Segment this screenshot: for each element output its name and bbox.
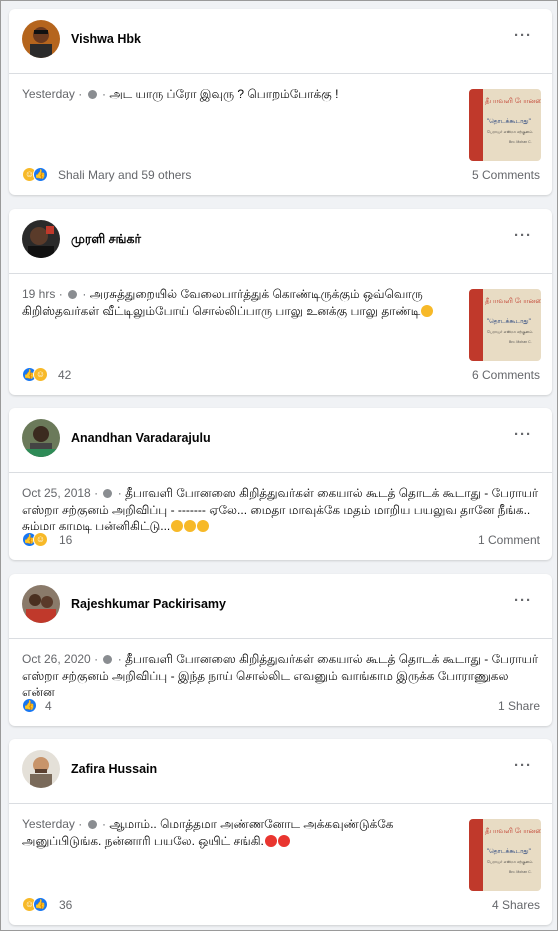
avatar[interactable] xyxy=(22,750,60,788)
post-time[interactable]: 19 hrs xyxy=(22,287,55,301)
post-card: Rajeshkumar Packirisamy ··· Oct 26, 2020… xyxy=(9,574,552,726)
post-header: Anandhan Varadarajulu ··· xyxy=(9,408,552,473)
shares-link[interactable]: 1 Share xyxy=(498,699,540,713)
post-time[interactable]: Yesterday xyxy=(22,87,75,101)
post-footer: ☺ 👍 36 4 Shares xyxy=(22,896,540,914)
more-options-icon[interactable]: ··· xyxy=(514,426,532,443)
post-footer: 👍 4 1 Share xyxy=(22,697,540,715)
post-text: Yesterday · · ஆமாம்.. மொத்தமா அண்ணனோட அக… xyxy=(22,816,458,849)
post-card: முரளி சங்கர் ··· 19 hrs · · அரசுத்துறையி… xyxy=(9,209,552,395)
laughing-emoji-icon xyxy=(421,304,434,317)
reaction-count[interactable]: 36 xyxy=(59,898,72,912)
globe-icon xyxy=(87,90,97,99)
link-thumbnail[interactable]: தீபாவளி போனஸை "தொடக்கூடாது" பேராயர் எஸ்ற… xyxy=(469,819,541,891)
shares-link[interactable]: 4 Shares xyxy=(492,898,540,912)
author-name[interactable]: Vishwa Hbk xyxy=(71,32,141,46)
author-name[interactable]: Anandhan Varadarajulu xyxy=(71,431,211,445)
thumbnail-byline: Bro. Mohan C. xyxy=(509,140,532,144)
separator: · xyxy=(117,486,122,500)
thumbnail-quote: "தொடக்கூடாது" xyxy=(487,848,531,855)
post-header: முரளி சங்கர் ··· xyxy=(9,209,552,274)
post-footer: 👍 ☺ 42 6 Comments xyxy=(22,366,540,384)
post-time[interactable]: Oct 26, 2020 xyxy=(22,652,91,666)
angry-emoji-icon xyxy=(264,834,277,847)
more-options-icon[interactable]: ··· xyxy=(514,592,532,609)
more-options-icon[interactable]: ··· xyxy=(514,27,532,44)
comments-link[interactable]: 5 Comments xyxy=(472,168,540,182)
post-card: Vishwa Hbk ··· Yesterday · · அட யாரு ப்ர… xyxy=(9,9,552,195)
post-time[interactable]: Yesterday xyxy=(22,817,75,831)
author-name[interactable]: Rajeshkumar Packirisamy xyxy=(71,597,226,611)
thumbnail-quote: "தொடக்கூடாது" xyxy=(487,318,531,325)
globe-icon xyxy=(87,820,97,829)
post-card: Zafira Hussain ··· Yesterday · · ஆமாம்..… xyxy=(9,739,552,925)
author-name[interactable]: முரளி சங்கர் xyxy=(71,232,141,248)
link-thumbnail[interactable]: தீபாவளி போனஸை "தொடக்கூடாது" பேராயர் எஸ்ற… xyxy=(469,89,541,161)
thumbnail-byline: Bro. Mohan C. xyxy=(509,340,532,344)
post-footer: ☺ 👍 Shali Mary and 59 others 5 Comments xyxy=(22,166,540,184)
thumbnail-byline: Bro. Mohan C. xyxy=(509,870,532,874)
post-body: அட யாரு ப்ரோ இவுரு ? பொறம்போக்கு ! xyxy=(109,87,339,101)
thumbnail-title: தீபாவளி போனஸை xyxy=(485,97,541,105)
post-text: Oct 26, 2020 · · தீபாவளி போனஸை கிறித்துவ… xyxy=(22,651,540,701)
globe-icon xyxy=(68,290,78,299)
thumbnail-quote: "தொடக்கூடாது" xyxy=(487,118,531,125)
haha-reaction-icon: ☺ xyxy=(33,367,48,382)
author-name[interactable]: Zafira Hussain xyxy=(71,762,157,776)
separator: · xyxy=(78,87,83,101)
separator: · xyxy=(94,652,99,666)
post-header: Zafira Hussain ··· xyxy=(9,739,552,804)
comments-link[interactable]: 6 Comments xyxy=(472,368,540,382)
separator: · xyxy=(117,652,122,666)
post-time[interactable]: Oct 25, 2018 xyxy=(22,486,91,500)
separator: · xyxy=(101,817,106,831)
more-options-icon[interactable]: ··· xyxy=(514,757,532,774)
link-thumbnail[interactable]: தீபாவளி போனஸை "தொடக்கூடாது" பேராயர் எஸ்ற… xyxy=(469,289,541,361)
reaction-count[interactable]: Shali Mary and 59 others xyxy=(58,168,191,182)
separator: · xyxy=(58,287,63,301)
separator: · xyxy=(78,817,83,831)
post-body: தீபாவளி போனஸை கிறித்துவர்கள் கையால் கூடத… xyxy=(22,652,539,699)
like-reaction-icon: 👍 xyxy=(33,897,48,912)
reaction-count[interactable]: 4 xyxy=(45,699,52,713)
comments-link[interactable]: 1 Comment xyxy=(478,533,540,547)
angry-emoji-icon xyxy=(277,834,290,847)
post-text: 19 hrs · · அரசுத்துறையில் வேலைபார்த்துக்… xyxy=(22,286,458,319)
reaction-count[interactable]: 42 xyxy=(58,368,71,382)
like-reaction-icon: 👍 xyxy=(33,167,48,182)
post-header: Vishwa Hbk ··· xyxy=(9,9,552,74)
thumbnail-title: தீபாவளி போனஸை xyxy=(485,827,541,835)
reaction-count[interactable]: 16 xyxy=(59,533,72,547)
post-text: Oct 25, 2018 · · தீபாவளி போனஸை கிறித்துவ… xyxy=(22,485,540,535)
post-body: தீபாவளி போனஸை கிறித்துவர்கள் கையால் கூடத… xyxy=(22,486,539,533)
separator: · xyxy=(94,486,99,500)
avatar[interactable] xyxy=(22,419,60,457)
avatar[interactable] xyxy=(22,20,60,58)
separator: · xyxy=(101,87,106,101)
haha-reaction-icon: ☺ xyxy=(33,532,48,547)
globe-icon xyxy=(103,489,113,498)
post-text: Yesterday · · அட யாரு ப்ரோ இவுரு ? பொறம்… xyxy=(22,86,458,103)
like-reaction-icon: 👍 xyxy=(22,698,37,713)
more-options-icon[interactable]: ··· xyxy=(514,227,532,244)
post-footer: 👍 ☺ 16 1 Comment xyxy=(22,531,540,549)
avatar[interactable] xyxy=(22,220,60,258)
separator: · xyxy=(82,287,87,301)
globe-icon xyxy=(103,655,113,664)
avatar[interactable] xyxy=(22,585,60,623)
post-header: Rajeshkumar Packirisamy ··· xyxy=(9,574,552,639)
thumbnail-title: தீபாவளி போனஸை xyxy=(485,297,541,305)
post-card: Anandhan Varadarajulu ··· Oct 25, 2018 ·… xyxy=(9,408,552,560)
